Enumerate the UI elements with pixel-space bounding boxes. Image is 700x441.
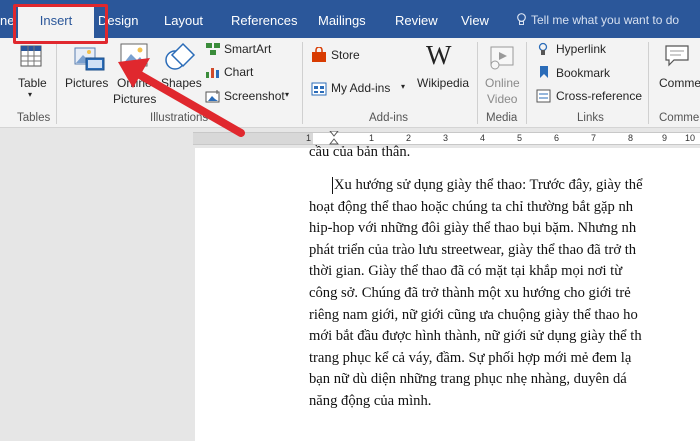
annotation-arrow-icon <box>118 58 245 137</box>
